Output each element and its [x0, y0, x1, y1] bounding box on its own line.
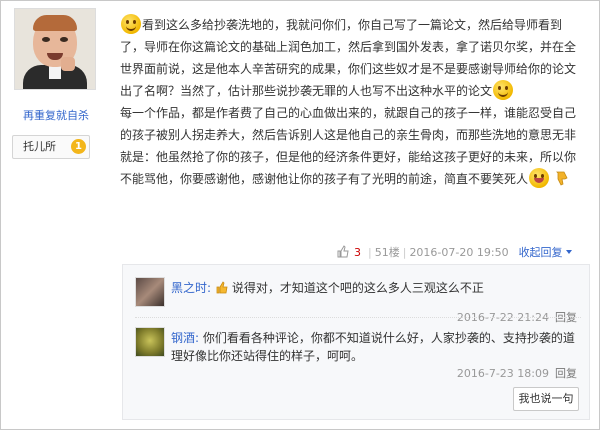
thumbs-up-icon [216, 281, 228, 294]
user-avatar-icon[interactable] [135, 327, 165, 357]
post-paragraph-2: 每一个作品，都是作者费了自己的心血做出来的，就跟自己的孩子一样，谁能忍受自己的孩… [120, 102, 582, 190]
comment-username[interactable]: 黑之时 [171, 281, 207, 295]
post-meta: 3 | 51楼 | 2016-07-20 19:50 收起回复 [336, 244, 572, 260]
comment-colon: : [207, 281, 212, 295]
comment-username[interactable]: 钢酒 [171, 331, 195, 345]
say-something-button[interactable]: 我也说一句 [513, 387, 579, 411]
smiley-emoticon-icon [121, 14, 141, 34]
floor-number: 51楼 [374, 246, 400, 259]
post-date: 2016-07-20 19:50 [409, 246, 509, 259]
author-username[interactable]: 再重复就自杀 [8, 107, 104, 123]
post-text-2: 每一个作品，都是作者费了自己的心血做出来的，就跟自己的孩子一样，谁能忍受自己的孩… [120, 106, 577, 186]
comment-meta: 2016-7-23 18:09 回复 [457, 365, 577, 381]
post-paragraph-1: 看到这么多给抄袭洗地的，我就问你们，你自己写了一篇论文，然后给导师看到了，导师在… [120, 14, 582, 102]
smiley-emoticon-icon [493, 80, 514, 100]
laughing-emoticon-icon [529, 168, 550, 188]
like-hand-icon[interactable] [336, 245, 350, 259]
thumbs-down-icon [556, 171, 568, 186]
post-content: 看到这么多给抄袭洗地的，我就问你们，你自己写了一篇论文，然后给导师看到了，导师在… [120, 14, 582, 190]
user-avatar-icon[interactable] [135, 277, 165, 307]
reply-link[interactable]: 回复 [555, 367, 577, 380]
collapse-replies-link[interactable]: 收起回复 [519, 246, 572, 259]
comment-divider [135, 317, 581, 318]
comment-text: 你们看看各种评论，你都不知道说什么好，人家抄袭的、支持抄袭的道理好像比你还站得住… [171, 331, 575, 363]
comment-list: 黑之时: 说得对，才知道这个吧的这么多人三观这么不正 2016-7-22 21:… [122, 264, 590, 420]
rank-label: 托儿所 [23, 140, 56, 153]
comment-text: 说得对，才知道这个吧的这么多人三观这么不正 [231, 281, 484, 295]
like-count: 3 [354, 246, 361, 259]
comment-colon: : [195, 331, 200, 345]
comment-date: 2016-7-23 18:09 [456, 367, 549, 380]
author-avatar[interactable] [14, 8, 96, 90]
level-icon: 1 [71, 139, 86, 154]
rank-badge[interactable]: 托儿所 1 [12, 135, 90, 159]
author-panel: 再重复就自杀 托儿所 1 [8, 8, 104, 159]
